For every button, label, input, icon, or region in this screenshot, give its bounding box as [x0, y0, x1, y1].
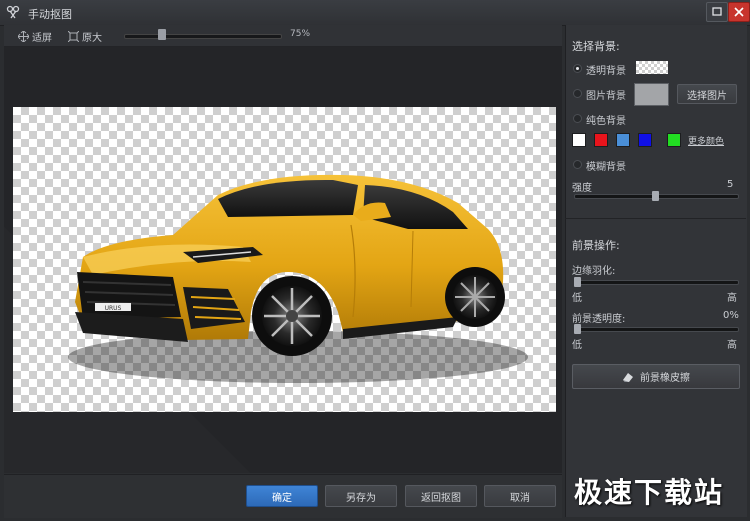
fit-screen-button[interactable]: 适屏: [18, 29, 52, 44]
window-title: 手动抠图: [28, 8, 72, 21]
close-icon: [734, 7, 744, 17]
color-swatch-light-blue[interactable]: [616, 133, 630, 147]
zoom-slider-thumb[interactable]: [158, 29, 166, 40]
blur-bg-label[interactable]: 模糊背景: [586, 158, 626, 173]
app-logo-icon: [6, 5, 20, 19]
actual-size-label: 原大: [82, 32, 102, 44]
back-to-cutout-button[interactable]: 返回抠图: [405, 485, 477, 507]
color-swatch-white[interactable]: [572, 133, 586, 147]
opacity-value: 0%: [723, 310, 739, 321]
strength-value: 5: [727, 179, 734, 190]
strength-slider-thumb[interactable]: [652, 191, 659, 201]
background-section-title: 选择背景:: [572, 40, 620, 53]
actual-size-button[interactable]: 原大: [68, 29, 102, 44]
eraser-icon: [623, 372, 633, 382]
solid-bg-label[interactable]: 纯色背景: [586, 112, 626, 127]
fit-screen-label: 适屏: [32, 32, 52, 44]
opacity-label: 前景透明度:: [572, 314, 626, 325]
cancel-button[interactable]: 取消: [484, 485, 556, 507]
transparent-bg-radio[interactable]: [573, 64, 582, 73]
transparent-preview-area[interactable]: URUS: [13, 107, 556, 412]
color-swatch-red[interactable]: [594, 133, 608, 147]
title-bar: 手动抠图: [0, 0, 750, 26]
strength-label: 强度: [572, 183, 592, 194]
eraser-label: 前景橡皮擦: [640, 373, 690, 384]
feather-low-label: 低: [572, 293, 582, 304]
image-bg-radio[interactable]: [573, 89, 582, 98]
more-colors-link[interactable]: 更多颜色: [688, 134, 724, 147]
transparent-bg-preview: [636, 61, 668, 74]
opacity-high-label: 高: [727, 340, 737, 351]
image-bg-label[interactable]: 图片背景: [586, 87, 626, 102]
feather-slider-thumb[interactable]: [574, 277, 581, 287]
feather-high-label: 高: [727, 293, 737, 304]
zoom-value: 75%: [290, 29, 311, 39]
feather-label: 边缘羽化:: [572, 266, 616, 277]
panel-divider: [565, 218, 746, 219]
svg-text:URUS: URUS: [105, 305, 122, 312]
save-as-button[interactable]: 另存为: [325, 485, 397, 507]
opacity-low-label: 低: [572, 340, 582, 351]
solid-bg-radio[interactable]: [573, 114, 582, 123]
opacity-slider[interactable]: [574, 327, 739, 332]
foreground-section-title: 前景操作:: [572, 239, 620, 252]
blur-bg-radio[interactable]: [573, 160, 582, 169]
transparent-bg-label[interactable]: 透明背景: [586, 62, 626, 77]
zoom-slider[interactable]: [124, 34, 282, 39]
maximize-icon: [712, 7, 722, 16]
color-swatch-blue[interactable]: [638, 133, 652, 147]
fit-screen-icon: [18, 30, 29, 42]
view-toolbar: 适屏 原大 75%: [4, 25, 562, 47]
opacity-slider-thumb[interactable]: [574, 324, 581, 334]
image-bg-preview: [634, 83, 669, 106]
car-foreground-image: URUS: [68, 174, 528, 383]
maximize-button[interactable]: [706, 2, 728, 22]
actual-size-icon: [68, 30, 79, 42]
close-button[interactable]: [728, 2, 750, 22]
ok-button[interactable]: 确定: [246, 485, 318, 507]
watermark: 极速下载站: [574, 476, 725, 509]
feather-slider[interactable]: [574, 280, 739, 285]
foreground-eraser-button[interactable]: 前景橡皮擦: [572, 364, 740, 389]
choose-image-button[interactable]: 选择图片: [677, 84, 737, 104]
color-swatch-green[interactable]: [667, 133, 681, 147]
